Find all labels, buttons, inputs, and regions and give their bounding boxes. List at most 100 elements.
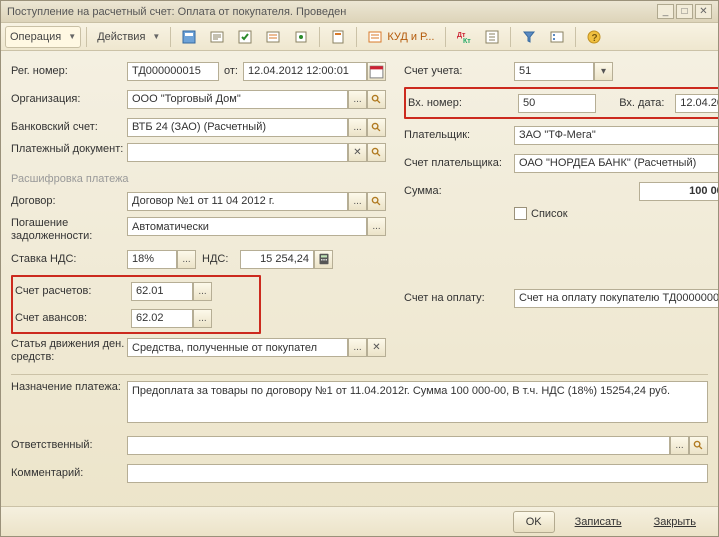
footer: OK Записать Закрыть bbox=[1, 506, 718, 536]
acc-settle-label: Счет расчетов: bbox=[15, 285, 131, 297]
list-label: Список bbox=[531, 208, 568, 220]
dt-kt-button[interactable]: ДтКт bbox=[451, 26, 477, 48]
payer-acc-label: Счет плательщика: bbox=[404, 157, 514, 169]
decode-heading: Расшифровка платежа bbox=[11, 173, 386, 185]
acc-adv-open-button[interactable]: ... bbox=[193, 309, 212, 328]
repay-label: Погашение задолженности: bbox=[11, 217, 127, 243]
from-label: от: bbox=[219, 65, 243, 77]
org-field[interactable]: ООО "Торговый Дом" bbox=[127, 90, 348, 109]
comment-field[interactable] bbox=[127, 464, 708, 483]
cashflow-field[interactable]: Средства, полученные от покупател bbox=[127, 338, 348, 357]
paydoc-label: Платежный документ: bbox=[11, 143, 127, 156]
payer-field[interactable]: ЗАО "ТФ-Мега" bbox=[514, 126, 718, 145]
payer-acc-field[interactable]: ОАО "НОРДЕА БАНК" (Расчетный) bbox=[514, 154, 718, 173]
separator bbox=[319, 27, 320, 47]
vat-field[interactable]: 15 254,24 bbox=[240, 250, 314, 269]
separator bbox=[575, 27, 576, 47]
highlight-accounts: Счет расчетов: 62.01 ... Счет авансов: 6… bbox=[11, 275, 261, 334]
kudir-label: КУД и Р... bbox=[387, 31, 434, 43]
left-column: Рег. номер: ТД000000015 от: 12.04.2012 1… bbox=[11, 59, 386, 368]
vat-rate-field[interactable]: 18% bbox=[127, 250, 177, 269]
repay-field[interactable]: Автоматически bbox=[127, 217, 367, 236]
resp-open-button[interactable]: ... bbox=[670, 436, 689, 455]
acc-settle-field[interactable]: 62.01 bbox=[131, 282, 193, 301]
operation-label: Операция bbox=[10, 31, 61, 43]
toolbar-icon-9[interactable] bbox=[516, 26, 542, 48]
toolbar-icon-10[interactable] bbox=[544, 26, 570, 48]
org-search-icon[interactable] bbox=[367, 90, 386, 109]
contract-field[interactable]: Договор №1 от 11 04 2012 г. bbox=[127, 192, 348, 211]
sum-field[interactable]: 100 000,00 bbox=[639, 182, 718, 201]
paydoc-search-icon[interactable] bbox=[367, 143, 386, 162]
contract-open-button[interactable]: ... bbox=[348, 192, 367, 211]
calculator-icon[interactable] bbox=[314, 250, 333, 269]
paydoc-field[interactable] bbox=[127, 143, 348, 162]
window-title: Поступление на расчетный счет: Оплата от… bbox=[7, 6, 655, 18]
kudir-button[interactable]: КУД и Р... bbox=[362, 26, 439, 48]
org-open-button[interactable]: ... bbox=[348, 90, 367, 109]
resp-label: Ответственный: bbox=[11, 439, 127, 451]
contract-label: Договор: bbox=[11, 195, 127, 207]
purpose-field[interactable]: Предоплата за товары по договору №1 от 1… bbox=[127, 381, 708, 423]
in-date-field[interactable]: 12.04.2012 bbox=[675, 94, 718, 113]
actions-menu[interactable]: Действия▼ bbox=[92, 26, 165, 48]
repay-open-button[interactable]: ... bbox=[367, 217, 386, 236]
close-button[interactable]: Закрыть bbox=[642, 511, 708, 533]
acc-adv-field[interactable]: 62.02 bbox=[131, 309, 193, 328]
main-window: Поступление на расчетный счет: Оплата от… bbox=[0, 0, 719, 537]
separator bbox=[356, 27, 357, 47]
svg-text:?: ? bbox=[591, 33, 597, 44]
bank-field[interactable]: ВТБ 24 (ЗАО) (Расчетный) bbox=[127, 118, 348, 137]
acc-adv-label: Счет авансов: bbox=[15, 312, 131, 324]
titlebar: Поступление на расчетный счет: Оплата от… bbox=[1, 1, 718, 23]
separator bbox=[86, 27, 87, 47]
in-date-label: Вх. дата: bbox=[619, 97, 675, 109]
toolbar-icon-3[interactable] bbox=[232, 26, 258, 48]
help-button[interactable]: ? bbox=[581, 26, 607, 48]
invoice-field[interactable]: Счет на оплату покупателю ТД00000000 bbox=[514, 289, 718, 308]
payer-label: Плательщик: bbox=[404, 129, 514, 141]
in-num-field[interactable]: 50 bbox=[518, 94, 596, 113]
save-button[interactable]: Записать bbox=[563, 511, 634, 533]
bank-search-icon[interactable] bbox=[367, 118, 386, 137]
maximize-button[interactable]: □ bbox=[676, 4, 693, 19]
bank-label: Банковский счет: bbox=[11, 121, 127, 133]
vat-rate-open-button[interactable]: ... bbox=[177, 250, 196, 269]
separator bbox=[170, 27, 171, 47]
minimize-button[interactable]: _ bbox=[657, 4, 674, 19]
actions-label: Действия bbox=[97, 31, 145, 43]
highlight-incoming: Вх. номер: 50 Вх. дата: 12.04.2012 bbox=[404, 87, 718, 119]
separator bbox=[445, 27, 446, 47]
toolbar-icon-8[interactable] bbox=[479, 26, 505, 48]
toolbar-icon-5[interactable] bbox=[288, 26, 314, 48]
close-window-button[interactable]: ✕ bbox=[695, 4, 712, 19]
operation-menu[interactable]: Операция▼ bbox=[5, 26, 81, 48]
toolbar-icon-6[interactable] bbox=[325, 26, 351, 48]
cashflow-clear-button[interactable]: ✕ bbox=[367, 338, 386, 357]
toolbar-icon-2[interactable] bbox=[204, 26, 230, 48]
reg-number-field[interactable]: ТД000000015 bbox=[127, 62, 219, 81]
cashflow-open-button[interactable]: ... bbox=[348, 338, 367, 357]
bank-open-button[interactable]: ... bbox=[348, 118, 367, 137]
resp-field[interactable] bbox=[127, 436, 670, 455]
toolbar: Операция▼ Действия▼ КУД и Р... ДтКт ? bbox=[1, 23, 718, 51]
paydoc-clear-button[interactable]: ✕ bbox=[348, 143, 367, 162]
date-picker-button[interactable] bbox=[367, 62, 386, 81]
acc-dropdown-button[interactable]: ▾ bbox=[594, 62, 613, 81]
sum-label: Сумма: bbox=[404, 185, 514, 197]
toolbar-icon-4[interactable] bbox=[260, 26, 286, 48]
ok-button[interactable]: OK bbox=[513, 511, 555, 533]
cashflow-label: Статья движения ден. средств: bbox=[11, 338, 127, 364]
acc-settle-open-button[interactable]: ... bbox=[193, 282, 212, 301]
org-label: Организация: bbox=[11, 93, 127, 105]
reg-number-label: Рег. номер: bbox=[11, 65, 127, 77]
list-checkbox[interactable] bbox=[514, 207, 527, 220]
from-date-field[interactable]: 12.04.2012 12:00:01 bbox=[243, 62, 367, 81]
form-body: Рег. номер: ТД000000015 от: 12.04.2012 1… bbox=[1, 51, 718, 506]
toolbar-icon-1[interactable] bbox=[176, 26, 202, 48]
acc-field[interactable]: 51 bbox=[514, 62, 594, 81]
vat-rate-label: Ставка НДС: bbox=[11, 253, 127, 265]
contract-search-icon[interactable] bbox=[367, 192, 386, 211]
svg-text:Кт: Кт bbox=[463, 38, 471, 45]
resp-search-icon[interactable] bbox=[689, 436, 708, 455]
